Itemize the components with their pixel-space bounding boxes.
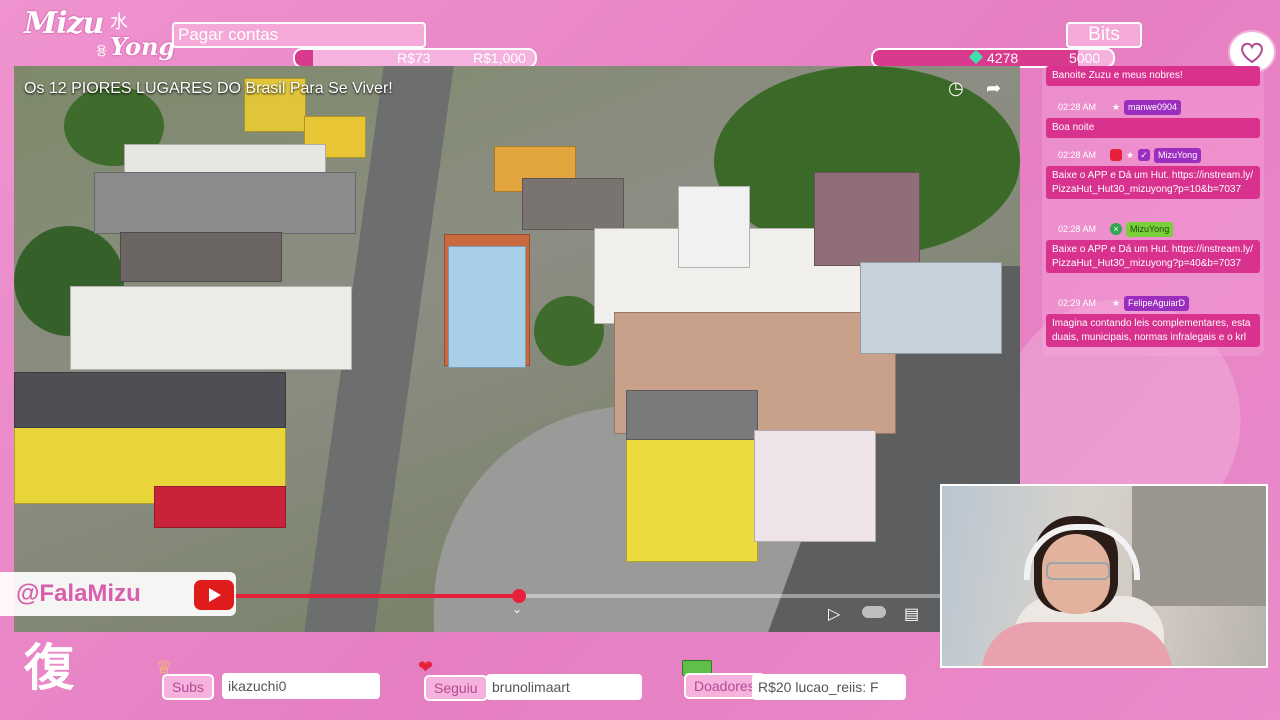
building bbox=[94, 172, 356, 234]
kanji-emblem: 復 bbox=[24, 639, 74, 697]
chat-message-text: Banoite Zuzu e meus nobres! bbox=[1046, 66, 1260, 86]
building bbox=[120, 232, 282, 282]
chat-username[interactable]: FelipeAguiarD bbox=[1124, 296, 1190, 311]
logo-kanji: 水 bbox=[110, 12, 128, 33]
chat-message-text: Boa noite bbox=[1046, 118, 1260, 138]
goal-contas-target: R$1,000 bbox=[473, 50, 526, 66]
video-player[interactable]: Os 12 PIORES LUGARES DO Brasil Para Se V… bbox=[14, 66, 1020, 632]
broadcaster-badge-icon bbox=[1110, 149, 1122, 161]
chat-message-meta: 02:28 AM ★ ✓ MizuYong bbox=[1046, 148, 1260, 164]
channel-logo: Mizu 水 용 Yong bbox=[24, 6, 176, 62]
chat-message-meta: 02:28 AM × MizuYong bbox=[1046, 222, 1260, 238]
chat-panel: Banoite Zuzu e meus nobres! 02:28 AM ★ m… bbox=[1042, 66, 1264, 356]
chat-timestamp: 02:28 AM bbox=[1058, 224, 1097, 234]
building bbox=[814, 172, 920, 266]
autoplay-toggle[interactable] bbox=[862, 606, 886, 618]
goal-contas-label: Pagar contas bbox=[172, 22, 426, 48]
building bbox=[522, 178, 624, 230]
seguiu-label: Seguiu bbox=[424, 675, 488, 701]
chat-message-meta: 02:28 AM ★ manwe0904 bbox=[1046, 100, 1260, 116]
goal-contas-current: R$73 bbox=[397, 50, 431, 66]
chat-timestamp: 02:28 AM bbox=[1058, 150, 1097, 160]
video-progress-bar[interactable] bbox=[234, 589, 1004, 603]
video-progress-played bbox=[234, 594, 519, 598]
building bbox=[754, 430, 876, 542]
chat-username[interactable]: MizuYong bbox=[1154, 148, 1202, 163]
chat-message-text: Baixe o APP e Dá um Hut. https://instrea… bbox=[1046, 240, 1260, 273]
chat-message: 02:28 AM × MizuYong Baixe o APP e Dá um … bbox=[1046, 222, 1260, 273]
subs-value: ikazuchi0 bbox=[222, 673, 380, 699]
goal-contas-fill bbox=[295, 50, 313, 66]
logo-text-yong: Yong bbox=[110, 32, 176, 61]
webcam-feed bbox=[940, 484, 1268, 668]
goal-bits-target: 5000 bbox=[1069, 50, 1101, 66]
goal-contas-bar: R$73 R$1,000 bbox=[293, 48, 537, 68]
star-badge-icon: ★ bbox=[1111, 298, 1121, 308]
verified-badge-icon: ✓ bbox=[1138, 149, 1150, 161]
star-badge-icon: ★ bbox=[1111, 102, 1121, 112]
doadores-value: R$20 lucao_reiis: F bbox=[752, 674, 906, 700]
roof bbox=[14, 372, 286, 428]
video-progress-handle[interactable] bbox=[511, 589, 526, 603]
roof bbox=[626, 390, 758, 440]
subs-label: Subs bbox=[162, 674, 214, 700]
play-icon[interactable]: ▷ bbox=[828, 604, 840, 624]
goal-bits-current: 4278 bbox=[987, 50, 1019, 66]
chat-message: 02:28 AM ★ ✓ MizuYong Baixe o APP e Dá u… bbox=[1046, 148, 1260, 199]
logo-text-mizu: Mizu bbox=[24, 6, 104, 41]
bot-badge-icon: × bbox=[1110, 223, 1122, 235]
goal-bits-bar: 4278 5000 bbox=[871, 48, 1115, 68]
shelf bbox=[1132, 486, 1266, 606]
chat-timestamp: 02:29 AM bbox=[1058, 298, 1097, 308]
chat-message: 02:28 AM ★ manwe0904 Boa noite bbox=[1046, 100, 1260, 138]
social-handle: @FalaMizu bbox=[16, 580, 141, 607]
chat-timestamp: 02:28 AM bbox=[1058, 102, 1097, 112]
social-tag: @FalaMizu bbox=[0, 572, 236, 616]
chat-message-meta: 02:29 AM ★ FelipeAguiarD bbox=[1046, 296, 1260, 312]
chat-message: Banoite Zuzu e meus nobres! bbox=[1046, 66, 1260, 86]
chat-message: 02:29 AM ★ FelipeAguiarD Imagina contand… bbox=[1046, 296, 1260, 347]
chat-message-text: Imagina contando leis complementares, es… bbox=[1046, 314, 1260, 347]
chat-username[interactable]: MizuYong bbox=[1126, 222, 1174, 237]
chevron-down-icon[interactable]: ⌄ bbox=[512, 602, 522, 616]
seguiu-value: brunolimaart bbox=[486, 674, 642, 700]
church bbox=[448, 246, 526, 368]
share-icon[interactable]: ➦ bbox=[986, 78, 1001, 99]
goal-bits-label: Bits bbox=[1066, 22, 1142, 48]
chat-username[interactable]: manwe0904 bbox=[1124, 100, 1182, 115]
chat-message-text: Baixe o APP e Dá um Hut. https://instrea… bbox=[1046, 166, 1260, 199]
shirt bbox=[982, 622, 1172, 666]
building bbox=[678, 186, 750, 268]
storefront bbox=[154, 486, 286, 528]
building bbox=[70, 286, 352, 370]
star-badge-icon: ★ bbox=[1125, 150, 1135, 160]
clock-icon[interactable]: ◷ bbox=[948, 78, 964, 99]
logo-hangul: 용 bbox=[96, 44, 108, 58]
building bbox=[860, 262, 1002, 354]
youtube-icon bbox=[194, 580, 234, 610]
subtitles-icon[interactable]: ▤ bbox=[904, 604, 919, 624]
video-title: Os 12 PIORES LUGARES DO Brasil Para Se V… bbox=[24, 80, 393, 97]
